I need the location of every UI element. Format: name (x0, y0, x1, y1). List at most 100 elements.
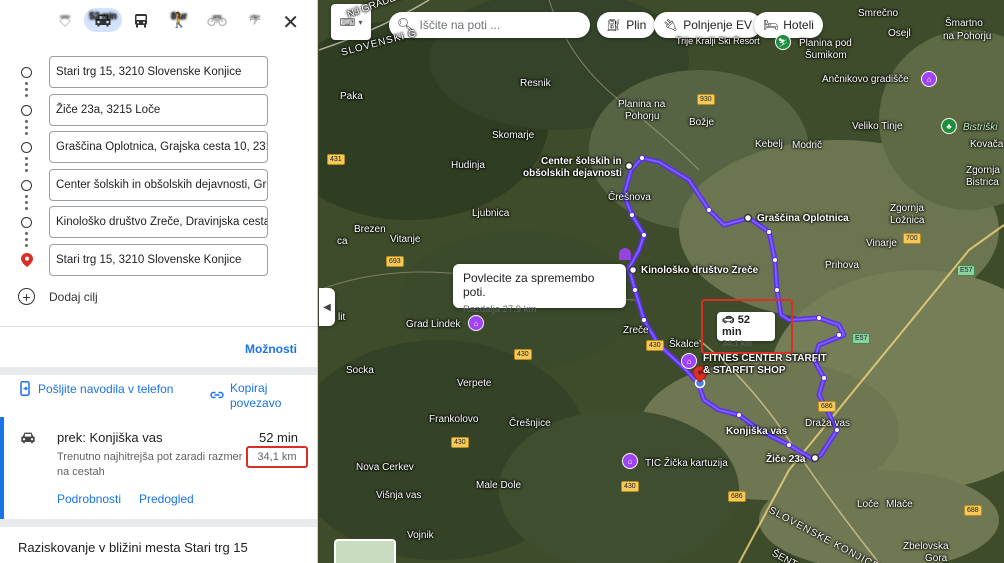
map-label: Loče (857, 499, 879, 510)
mode-best-route[interactable]: ◇ — (48, 8, 82, 46)
stop-input[interactable]: Stari trg 15, 3210 Slovenske Konjice (49, 56, 268, 88)
map-label: obšolskih dejavnosti (523, 168, 622, 179)
collapse-panel-button[interactable]: ◀ (319, 288, 335, 326)
search-along-route[interactable]: 🔍︎ Iščite na poti ... (389, 12, 590, 38)
route-label-distance: 34,1 km (722, 338, 753, 348)
map-label: Socka (346, 365, 374, 376)
close-icon[interactable]: ✕ (282, 10, 299, 35)
map-label: Zgornja (890, 203, 924, 214)
stop-input[interactable]: Stari trg 15, 3210 Slovenske Konjice (49, 244, 268, 276)
landmark-pin-icon[interactable]: ⌂ (622, 453, 638, 469)
map-label: Male Dole (476, 480, 522, 491)
map-label: Žiče 23a (766, 454, 806, 465)
stop-input[interactable]: Graščina Oplotnica, Grajska cesta 10, 23… (49, 131, 268, 163)
map-label: Konjiška vas (726, 426, 788, 437)
map-label: Višnja vas (376, 490, 422, 501)
stop-input[interactable]: Žiče 23a, 3215 Loče (49, 94, 268, 126)
stop-row: Stari trg 15, 3210 Slovenske Konjice (0, 244, 317, 278)
road-number: 430 (514, 349, 532, 360)
park-pin-icon[interactable]: ♣ (941, 118, 957, 134)
road-number: 686 (728, 491, 746, 502)
mode-car[interactable]: 52 min (84, 8, 122, 46)
landmark-pin-icon[interactable]: ⌂ (921, 71, 937, 87)
stop-row: Žiče 23a, 3215 Loče (0, 94, 317, 128)
map-label: TIC Žička kartuzija (645, 458, 728, 469)
tooltip-title: Povlecite za spremembo poti. (463, 271, 595, 299)
fitness-pin-icon[interactable]: ⌂ (681, 353, 697, 369)
tooltip-distance: Razdalja 27.9 km (463, 304, 537, 315)
chip-label: Polnjenje EV (683, 18, 752, 32)
road-number: 430 (621, 481, 639, 492)
map-label: Šumikom (805, 50, 847, 61)
stop-circle-icon (21, 217, 32, 228)
explore-nearby-heading: Raziskovanje v bližini mesta Stari trg 1… (18, 540, 248, 555)
bed-icon: 🛏︎ (763, 18, 779, 32)
directions-panel: ◇ — 52 min 🚶 8 ur — ✈ — ✕ Stari trg 15, … (0, 0, 318, 563)
drag-route-tooltip: Povlecite za spremembo poti. Razdalja 27… (453, 264, 626, 315)
road-number: 431 (327, 154, 345, 165)
bus-icon (124, 8, 158, 32)
map-label: Smrečno (858, 8, 899, 19)
map-label: Vitanje (390, 234, 421, 245)
map-label: Bistriški (963, 122, 998, 133)
mode-label: — (212, 11, 222, 21)
options-button[interactable]: Možnosti (245, 342, 297, 356)
car-icon: 🚗︎ (722, 315, 735, 326)
mode-walk[interactable]: 🚶 8 ur (162, 8, 196, 46)
chip-hotels[interactable]: 🛏︎ Hoteli (754, 12, 823, 38)
map-label: ca (337, 236, 348, 247)
stop-input[interactable]: Kinološko društvo Zreče, Dravinjska cest… (49, 206, 268, 238)
route-time-label[interactable]: 🚗︎ 52 min 34,1 km (717, 312, 775, 348)
layers-thumbnail[interactable] (334, 539, 396, 563)
map-label: Zbelovska (903, 541, 949, 552)
map-label: Kebelj (755, 139, 783, 150)
road-number: 693 (386, 256, 404, 267)
chip-gas[interactable]: ⛽︎ Plin (597, 12, 656, 38)
add-destination-button[interactable]: + Dodaj cilj (18, 288, 98, 305)
map-label: Grad Lindek (406, 319, 461, 330)
stop-row: Center šolskih in obšolskih dejavnosti, … (0, 169, 317, 203)
road-number: 430 (646, 340, 664, 351)
search-input[interactable]: Iščite na poti ... (420, 18, 501, 32)
map-label: Zgornja (966, 165, 1000, 176)
ev-charging-icon: 🔌︎ (663, 18, 679, 32)
copy-link-button[interactable]: Kopiraj povezavo (210, 381, 281, 411)
landmark-pin-icon[interactable]: ⌂ (468, 315, 484, 331)
map-label: Prihova (825, 260, 859, 271)
map-label: Šmartno (945, 18, 983, 29)
map-label: Božje (689, 117, 715, 128)
map-label: Trije Kralji Ski Resort (676, 36, 760, 46)
chip-ev-charging[interactable]: 🔌︎ Polnjenje EV (654, 12, 761, 38)
link-icon (210, 391, 224, 399)
map-label: Resnik (520, 78, 551, 89)
stop-circle-icon (21, 180, 32, 191)
phone-send-icon (20, 381, 30, 396)
mode-transit[interactable] (124, 8, 158, 46)
map-label: Ljubnica (472, 208, 510, 219)
map-label: Planina pod (799, 38, 852, 49)
route-card[interactable]: prek: Konjiška vas 52 min Trenutno najhi… (0, 417, 317, 519)
road-number: 686 (818, 401, 836, 412)
stop-row: Stari trg 15, 3210 Slovenske Konjice (0, 56, 317, 90)
map-label: na Pohorju (943, 31, 992, 42)
preview-link[interactable]: Predogled (139, 492, 194, 506)
add-destination-label: Dodaj cilj (49, 289, 98, 304)
mode-bike[interactable]: — (200, 8, 234, 46)
chevron-left-icon: ◀ (323, 301, 331, 313)
gas-station-icon: ⛽︎ (606, 18, 622, 32)
map-label: Graščina Oplotnica (757, 213, 849, 224)
stop-input[interactable]: Center šolskih in obšolskih dejavnosti, … (49, 169, 268, 201)
chip-label: Hoteli (783, 18, 814, 32)
map-label: Modrič (792, 140, 823, 151)
copy-link-label-2: povezavo (230, 396, 282, 410)
mode-flight[interactable]: ✈ — (238, 8, 272, 46)
stop-circle-icon (21, 105, 32, 116)
route-description: Trenutno najhitrejša pot zaradi razmer n… (57, 451, 243, 478)
details-link[interactable]: Podrobnosti (57, 492, 121, 506)
ski-resort-pin-icon[interactable]: ⛷ (775, 34, 791, 50)
road-number: 430 (451, 437, 469, 448)
send-to-phone-button[interactable]: Pošljite navodila v telefon (20, 381, 173, 396)
road-number: E57 (957, 265, 976, 276)
section-divider (0, 367, 317, 375)
mode-label: 52 min (89, 11, 117, 21)
